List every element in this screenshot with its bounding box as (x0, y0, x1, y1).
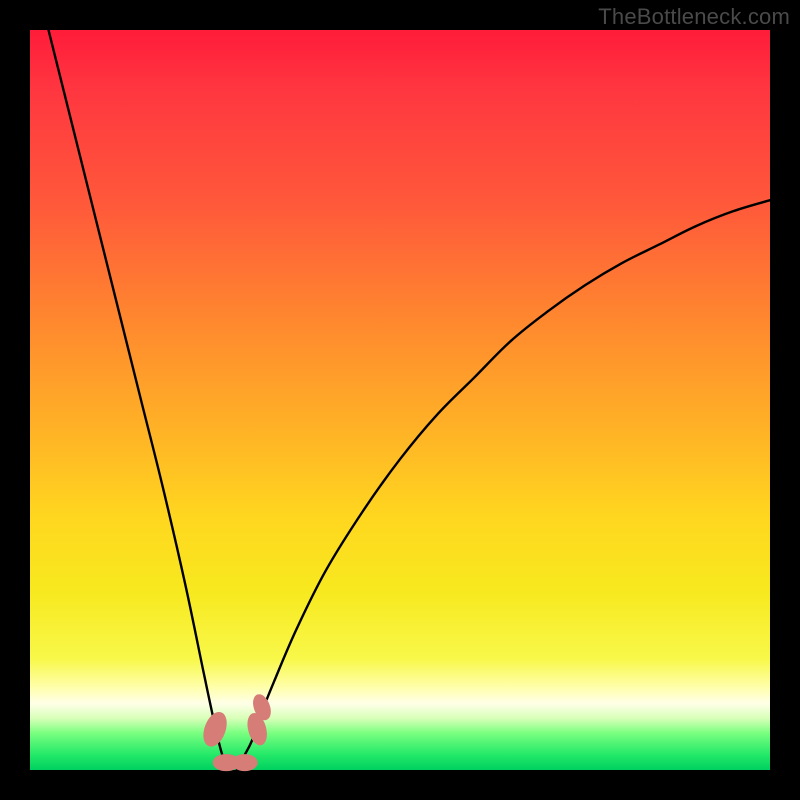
chart-frame: TheBottleneck.com (0, 0, 800, 800)
watermark-text: TheBottleneck.com (598, 4, 790, 30)
bottleneck-curve (30, 30, 770, 770)
curve-marker (231, 754, 258, 772)
plot-area (30, 30, 770, 770)
